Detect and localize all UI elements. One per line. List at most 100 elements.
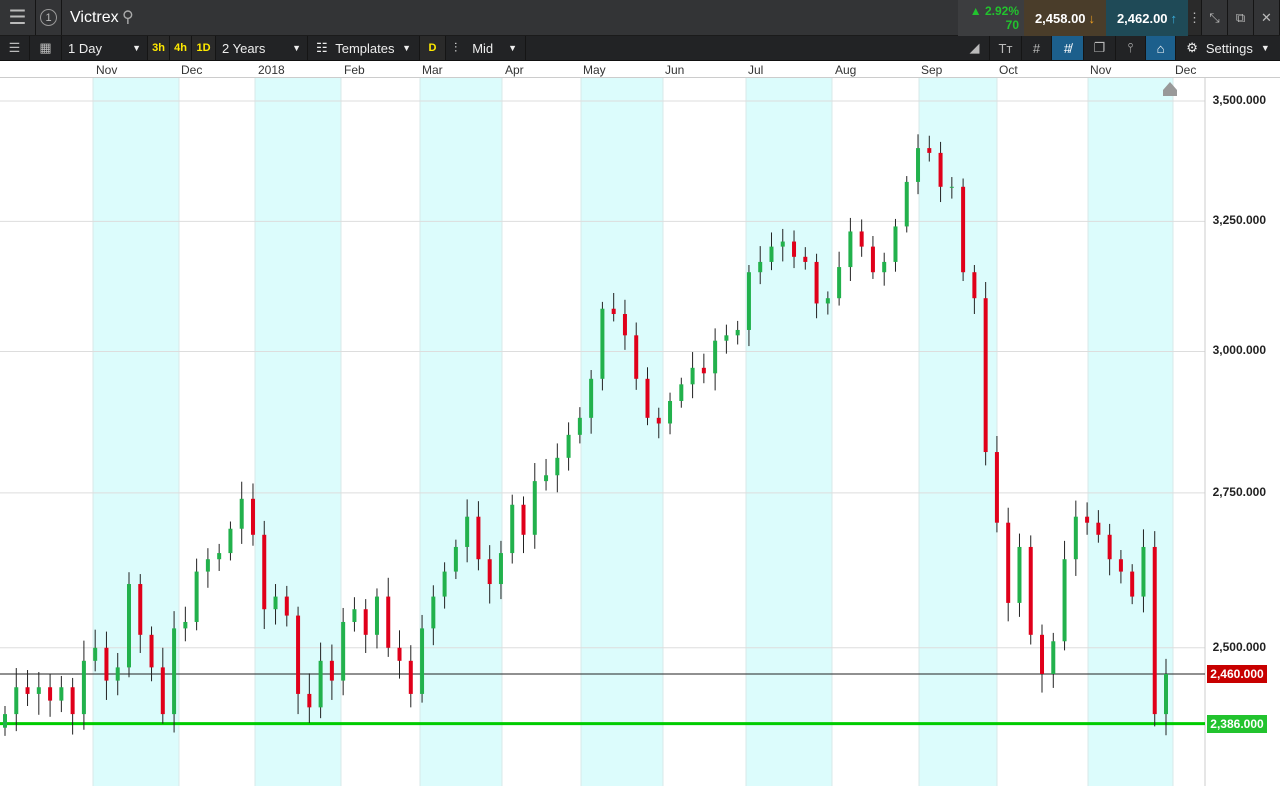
candle-body [329, 660, 334, 681]
candle-body [183, 621, 188, 629]
price-tick: 3,500.000 [1212, 93, 1266, 107]
candle-body [487, 559, 492, 585]
candle-body [1073, 516, 1078, 560]
candle-body [938, 152, 943, 187]
month-label: 2018 [258, 63, 285, 77]
minimize-icon[interactable]: ⤡ [1202, 0, 1228, 35]
candle-body [341, 621, 346, 681]
candle-body [70, 687, 75, 715]
buy-button[interactable]: 2,462.00 ↑ [1106, 0, 1188, 36]
price-tag-icon[interactable]: ⌂ [1146, 36, 1176, 60]
candle-body [352, 609, 357, 622]
candle-body [758, 261, 763, 273]
sell-button[interactable]: 2,458.00 ↓ [1024, 0, 1106, 36]
month-shade [746, 78, 832, 786]
templates-select[interactable]: ☷ Templates ▼ [308, 36, 420, 60]
candle-body [318, 660, 323, 708]
quick-1d[interactable]: 1D [192, 36, 216, 60]
candle-body [544, 475, 549, 482]
candle-body [1085, 516, 1090, 523]
candle-body [961, 186, 966, 273]
candle-body [93, 647, 98, 661]
buy-price: 2,462.00 [1116, 10, 1168, 26]
candle-body [386, 596, 391, 648]
d-button[interactable]: D [420, 36, 446, 60]
candle-body [792, 241, 797, 257]
candle-body [904, 181, 909, 227]
month-shade [1088, 78, 1173, 786]
candle-body [780, 241, 785, 247]
candle-body [172, 628, 177, 715]
crosshair-icon[interactable]: ⫯ [1116, 36, 1146, 60]
quick-3h[interactable]: 3h [148, 36, 170, 60]
current-price-tag: 2,460.000 [1207, 665, 1267, 683]
candle-body [104, 647, 109, 681]
arrow-down-icon: ↓ [1088, 10, 1096, 26]
candle-body [690, 367, 695, 385]
candle-body [431, 596, 436, 629]
time-axis: Nov Dec 2018 Feb Mar Apr May Jun Jul Aug Sep Oct Nov… [0, 61, 1280, 78]
candle-body [701, 367, 706, 374]
chevron-down-icon: ▼ [508, 43, 517, 53]
candle-body [566, 434, 571, 458]
grid-edit-icon[interactable]: #̸ [1052, 36, 1084, 60]
settings-button[interactable]: ⚙ Settings ▼ [1176, 36, 1280, 60]
candle-body [217, 553, 222, 560]
sell-price: 2,458.00 [1034, 10, 1086, 26]
candle-icon: ⫶ [454, 40, 458, 55]
candle-body [14, 687, 19, 715]
month-label: Feb [344, 63, 365, 77]
instrument-name[interactable]: Victrex [70, 9, 119, 27]
interval-label: 1 Day [68, 40, 102, 56]
candle-body [262, 534, 267, 610]
layers-icon[interactable]: ❐ [1084, 36, 1116, 60]
list-icon[interactable]: ☰ [0, 36, 30, 60]
candle-body [521, 504, 526, 535]
close-icon[interactable]: ✕ [1254, 0, 1280, 35]
candle-body [622, 314, 627, 336]
candle-body [1152, 546, 1157, 715]
candle-body [1051, 641, 1056, 674]
candle-body [81, 660, 86, 715]
price-chart[interactable] [0, 78, 1280, 786]
candle-body [36, 687, 41, 694]
candle-body [983, 298, 988, 453]
candle-body [825, 298, 830, 304]
candle-body [307, 693, 312, 708]
quick-4h[interactable]: 4h [170, 36, 192, 60]
menu-button[interactable]: ☰ [0, 0, 36, 35]
price-type-select[interactable]: ⫶ Mid ▼ [446, 36, 526, 60]
candle-body [645, 378, 650, 418]
candle-body [532, 481, 537, 535]
candle-body [679, 384, 684, 401]
range-select[interactable]: 2 Years ▼ [216, 36, 308, 60]
candle-body [126, 584, 131, 668]
chevron-down-icon: ▼ [292, 43, 301, 53]
interval-select[interactable]: 1 Day ▼ [62, 36, 148, 60]
candle-body [893, 226, 898, 262]
candle-body [239, 498, 244, 529]
popout-icon[interactable]: ⧉ [1228, 0, 1254, 35]
grid-icon[interactable]: # [1022, 36, 1052, 60]
candle-body [25, 687, 30, 694]
text-icon[interactable]: Tт [990, 36, 1022, 60]
candle-body [577, 417, 582, 435]
chevron-down-icon: ▼ [1260, 43, 1270, 53]
chevron-down-icon: ▼ [402, 43, 411, 53]
candle-body [1062, 559, 1067, 642]
window-number-icon[interactable]: 1 [36, 0, 62, 35]
candle-body [510, 504, 515, 554]
candle-body [1040, 634, 1045, 674]
candle-body [769, 246, 774, 262]
candle-body [3, 714, 7, 728]
month-label: Jun [665, 63, 685, 77]
search-icon[interactable]: ⚲ [122, 7, 134, 27]
depth-icon[interactable]: ⋮ [1188, 0, 1202, 35]
candle-body [927, 148, 932, 153]
candle-body [555, 457, 560, 476]
month-label: May [583, 63, 606, 77]
month-label: Dec [1175, 63, 1197, 77]
draw-line-icon[interactable]: ◢ [960, 36, 990, 60]
range-label: 2 Years [222, 40, 266, 56]
layout-icon[interactable]: ▦ [30, 36, 62, 60]
